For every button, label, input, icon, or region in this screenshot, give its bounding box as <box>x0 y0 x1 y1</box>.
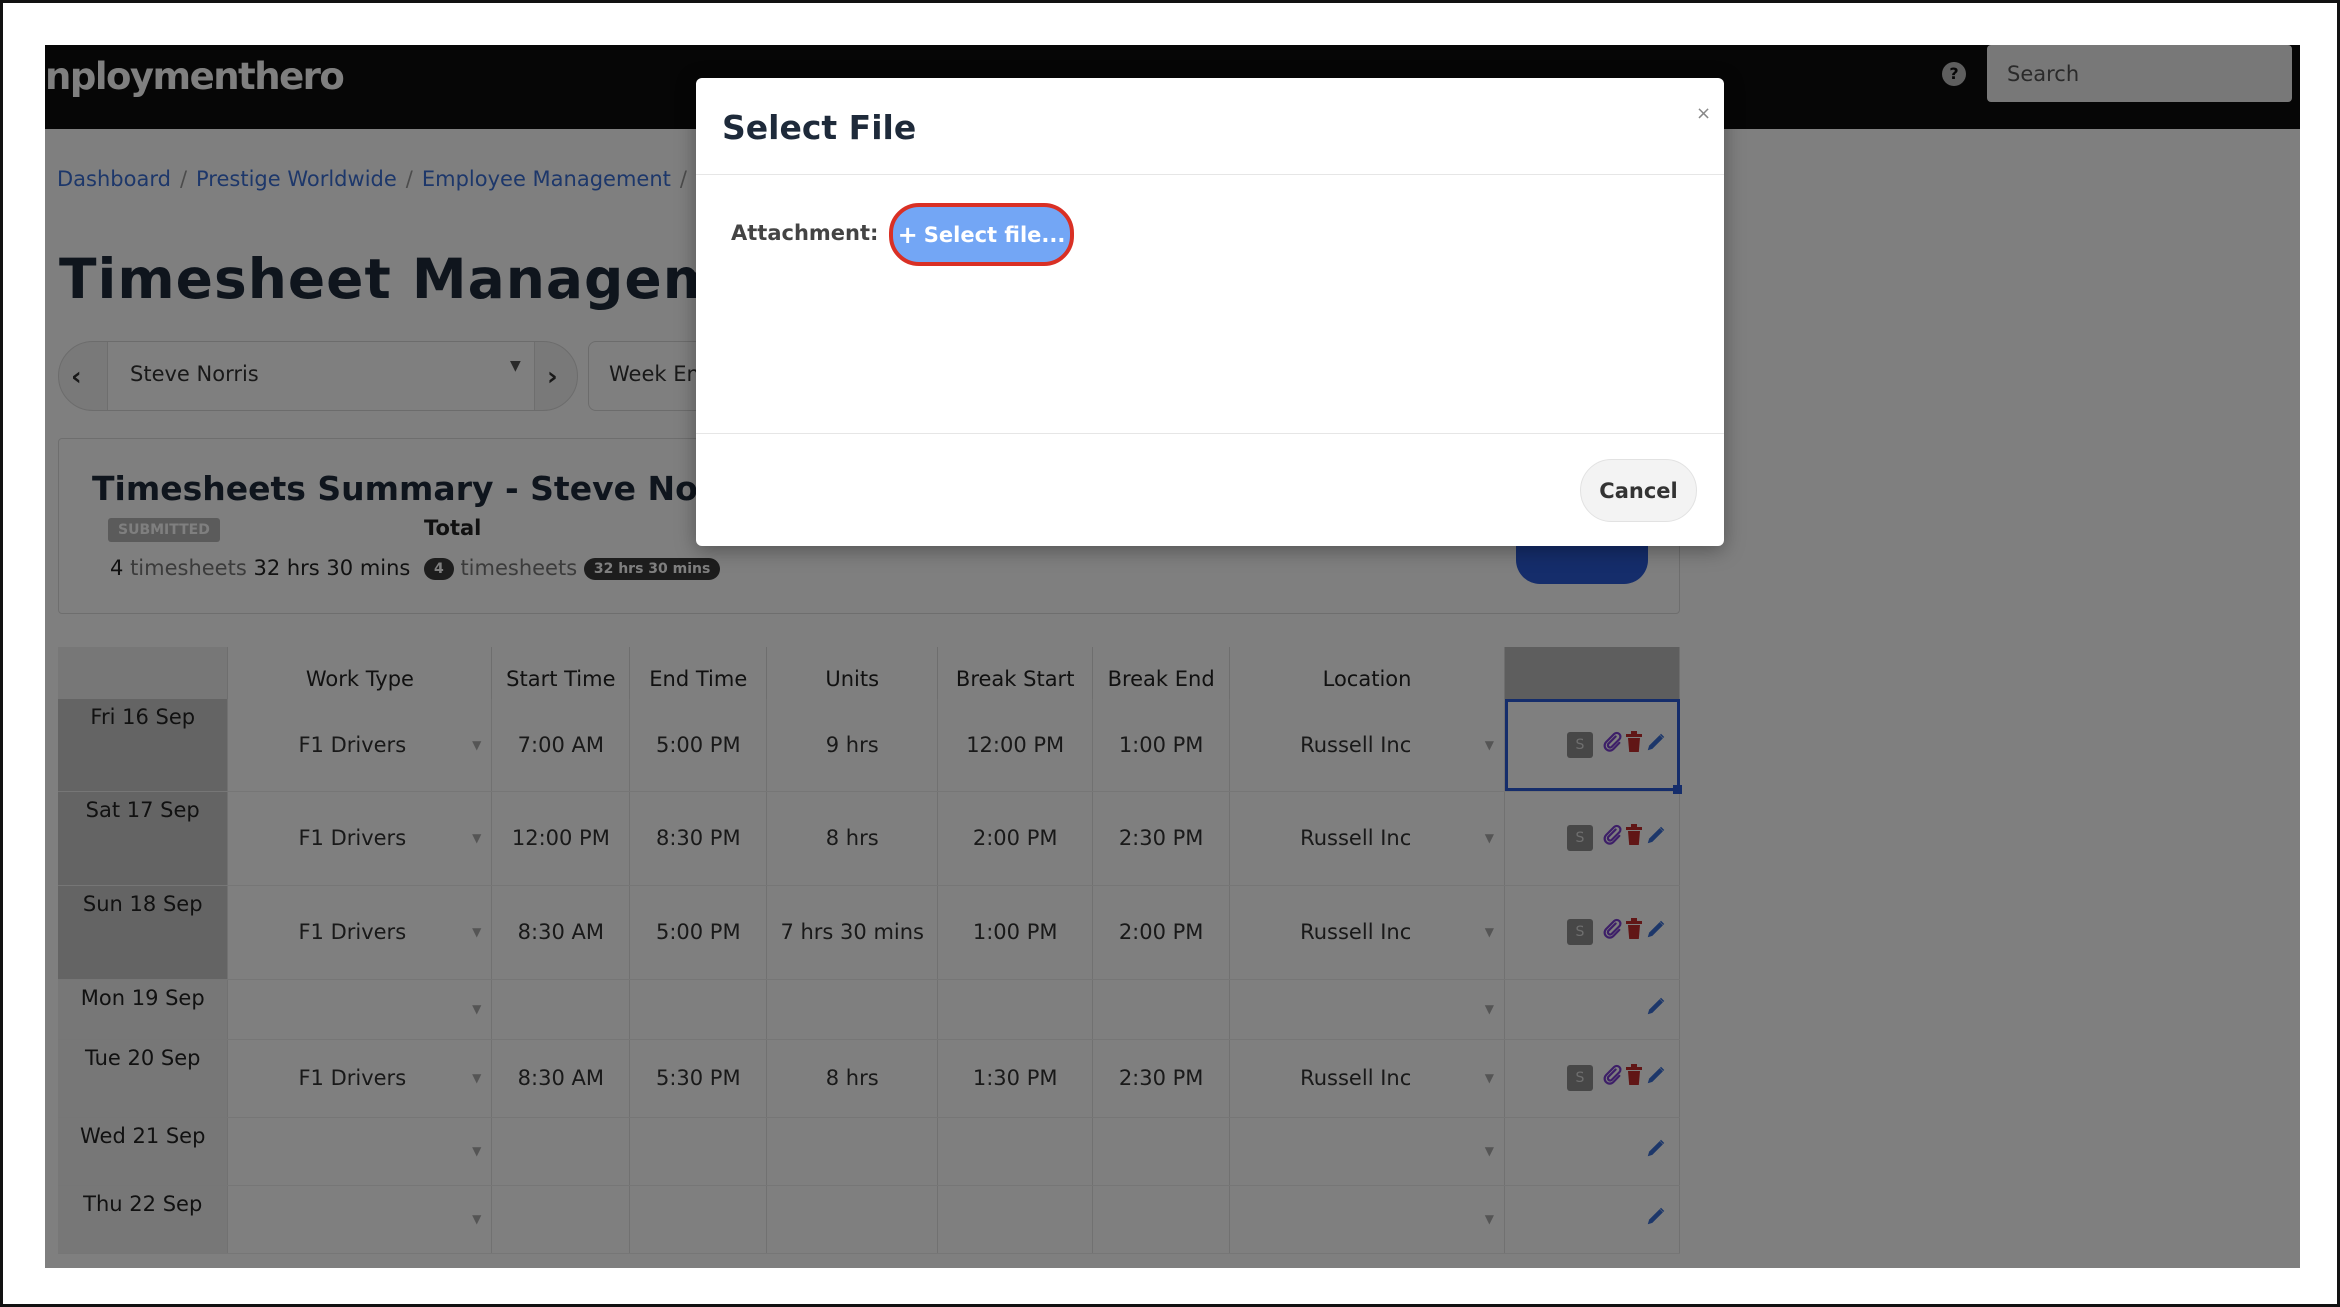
select-file-modal: Select File × Attachment: + Select file.… <box>696 78 1724 546</box>
modal-title: Select File <box>722 108 917 147</box>
select-file-label: Select file... <box>923 222 1066 247</box>
screenshot-frame: nploymenthero ? Dashboard/Prestige World… <box>0 0 2340 1307</box>
modal-header: Select File × <box>696 78 1724 175</box>
select-file-button[interactable]: + Select file... <box>889 203 1074 266</box>
app-window: nploymenthero ? Dashboard/Prestige World… <box>45 45 2300 1268</box>
modal-footer: Cancel <box>696 433 1724 546</box>
cancel-button[interactable]: Cancel <box>1580 459 1697 522</box>
plus-icon: + <box>897 220 918 249</box>
close-icon[interactable]: × <box>1696 103 1711 124</box>
attachment-label: Attachment: <box>731 221 879 245</box>
